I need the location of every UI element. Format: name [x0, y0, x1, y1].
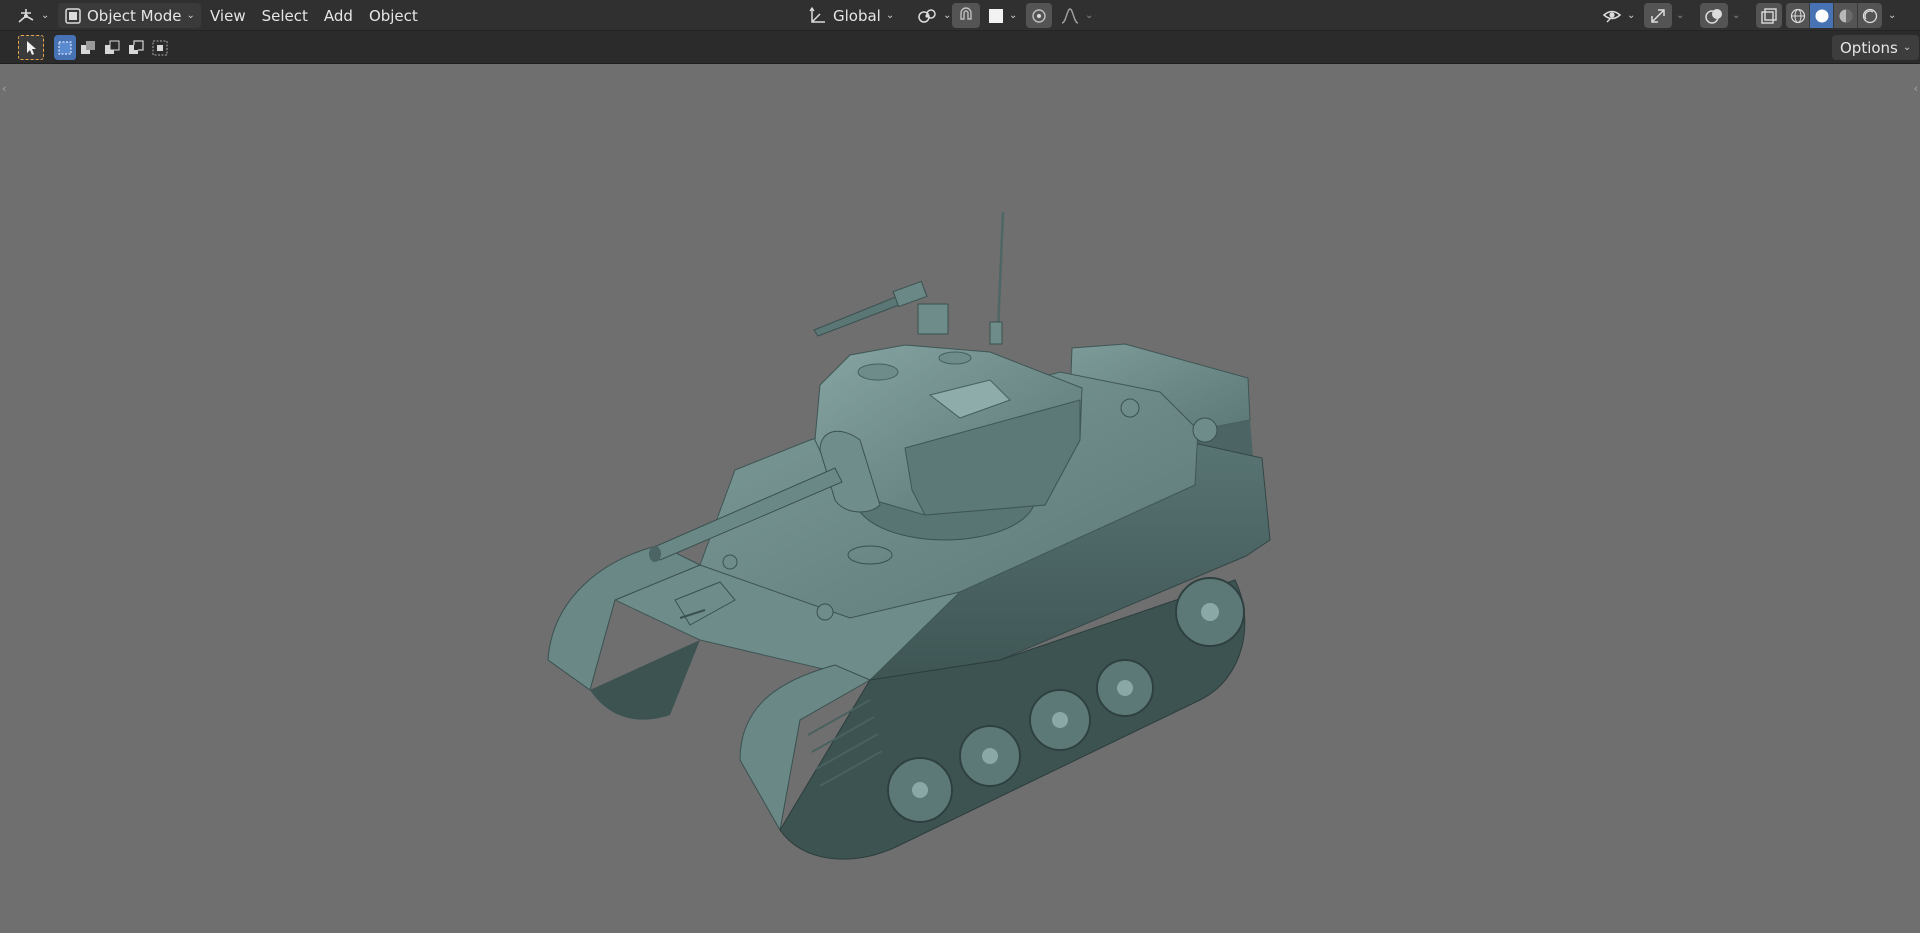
options-dropdown[interactable]: Options ⌄ [1832, 35, 1920, 60]
pivot-point-dropdown[interactable]: ⌄ [910, 3, 957, 28]
active-tool-button[interactable] [18, 35, 44, 60]
chevron-down-icon: ⌄ [1676, 10, 1685, 21]
menu-object[interactable]: Object [361, 7, 426, 25]
chevron-down-icon: ⌄ [1627, 10, 1636, 21]
solid-shading-icon[interactable] [1810, 3, 1834, 28]
select-difference-icon[interactable] [124, 35, 148, 60]
header-menus: View Select Add Object [202, 3, 426, 28]
xray-toggle[interactable] [1756, 3, 1782, 28]
orientation-label: Global [833, 6, 881, 25]
chevron-down-icon: ⌄ [1085, 10, 1094, 21]
overlay-circles-icon [1704, 7, 1724, 25]
select-intersect-icon[interactable] [148, 35, 172, 60]
tank-model[interactable] [0, 64, 1920, 933]
falloff-curve-icon [1060, 7, 1080, 25]
shading-mode-group: ⌄ [1786, 3, 1896, 28]
tool-settings-bar: Options ⌄ [0, 31, 1920, 64]
chevron-down-icon: ⌄ [885, 10, 895, 21]
pivot-point-icon [916, 7, 938, 25]
orientation-axis-icon [808, 6, 828, 25]
chevron-down-icon: ⌄ [943, 10, 952, 21]
mode-label: Object Mode [87, 6, 182, 25]
proportional-edit-icon [1031, 8, 1047, 24]
viewport-3d-icon [16, 7, 36, 25]
selection-mode-group [54, 35, 172, 60]
chevron-down-icon[interactable]: ⌄ [1888, 10, 1896, 21]
menu-add[interactable]: Add [316, 7, 361, 25]
falloff-dropdown[interactable]: ⌄ [1054, 3, 1099, 28]
wireframe-shading-icon[interactable] [1786, 3, 1810, 28]
gizmo-toggle[interactable] [1644, 3, 1672, 28]
mode-dropdown[interactable]: Object Mode ⌄ [58, 3, 201, 28]
chevron-down-icon: ⌄ [1732, 10, 1741, 21]
select-subtract-icon[interactable] [100, 35, 124, 60]
viewport-header: ⌄ Object Mode ⌄ View Select Add Object G… [0, 0, 1920, 31]
rendered-shading-icon[interactable] [1858, 3, 1882, 28]
proportional-edit-toggle[interactable] [1026, 3, 1052, 28]
sidebar-toggle-icon[interactable]: ‹ [1914, 82, 1918, 95]
snap-square-icon [988, 8, 1004, 24]
editor-type-dropdown[interactable]: ⌄ [10, 3, 55, 28]
menu-view[interactable]: View [202, 7, 254, 25]
visibility-dropdown[interactable]: ⌄ [1596, 3, 1641, 28]
chevron-down-icon: ⌄ [186, 10, 195, 21]
gizmo-dropdown[interactable]: ⌄ [1676, 3, 1684, 28]
select-extend-icon[interactable] [76, 35, 100, 60]
gizmo-arrow-icon [1649, 7, 1667, 25]
toolbar-toggle-icon[interactable]: ‹ [2, 82, 6, 95]
menu-select[interactable]: Select [254, 7, 316, 25]
xray-icon [1761, 7, 1777, 24]
chevron-down-icon: ⌄ [1009, 10, 1018, 21]
snap-magnet-icon [957, 6, 975, 25]
snap-target-dropdown[interactable]: ⌄ [982, 3, 1023, 28]
select-cursor-icon [24, 40, 38, 56]
object-mode-icon [64, 7, 82, 25]
transform-orientation-dropdown[interactable]: Global ⌄ [802, 3, 900, 28]
chevron-down-icon: ⌄ [1902, 42, 1912, 53]
select-set-icon[interactable] [54, 35, 76, 60]
overlay-dropdown[interactable]: ⌄ [1732, 3, 1740, 28]
overlay-toggle[interactable] [1700, 3, 1728, 28]
eye-icon [1602, 7, 1622, 25]
snap-toggle[interactable] [952, 3, 980, 28]
3d-viewport[interactable]: ‹ ‹ [0, 64, 1920, 933]
chevron-down-icon: ⌄ [41, 10, 50, 21]
options-label: Options [1840, 38, 1898, 57]
material-preview-shading-icon[interactable] [1834, 3, 1858, 28]
